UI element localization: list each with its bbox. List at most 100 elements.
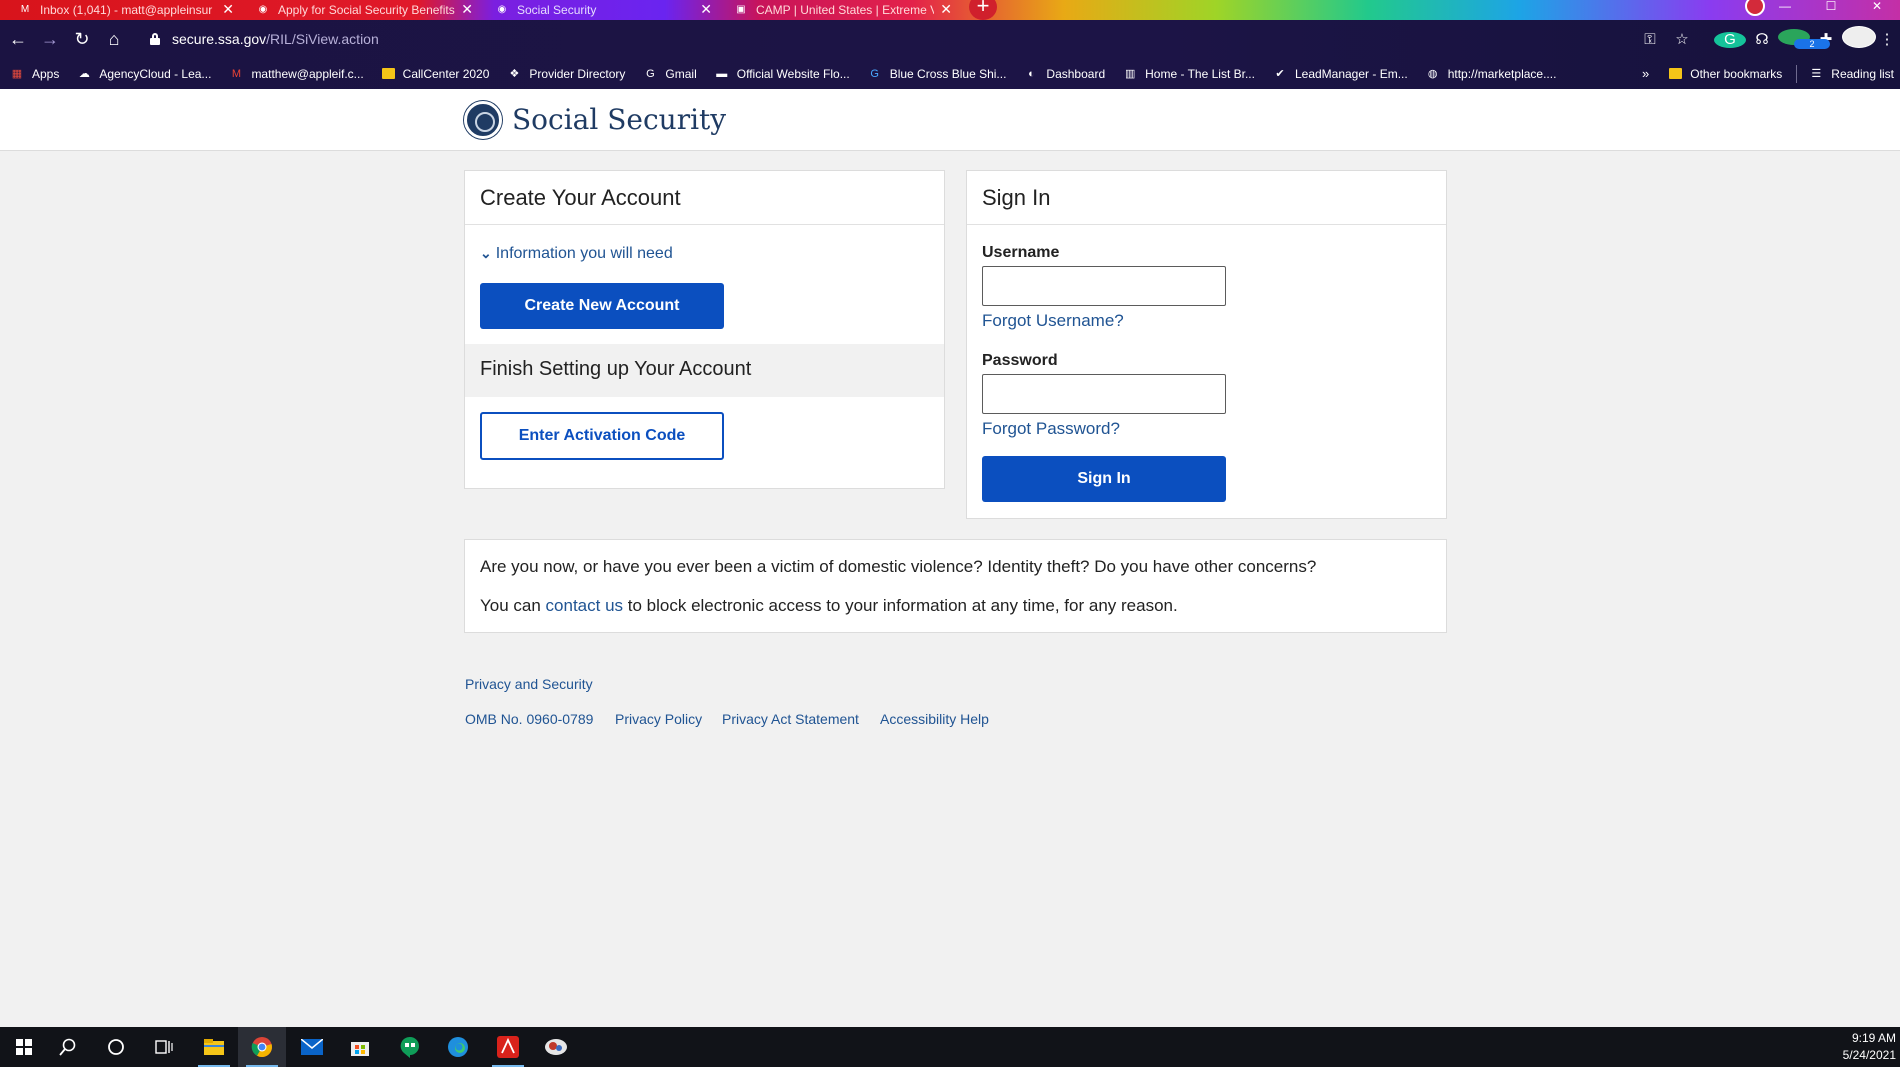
finish-setup-section: Finish Setting up Your Account bbox=[465, 344, 944, 397]
privacy-act-statement-link[interactable]: Privacy Act Statement bbox=[722, 711, 859, 727]
ssa-seal-icon[interactable] bbox=[464, 101, 502, 139]
omb-number-link[interactable]: OMB No. 0960-0789 bbox=[465, 711, 593, 727]
bookmark-gmail[interactable]: G Gmail bbox=[643, 67, 697, 81]
accessibility-help-link[interactable]: Accessibility Help bbox=[880, 711, 989, 727]
privacy-and-security-link[interactable]: Privacy and Security bbox=[465, 676, 593, 692]
reading-list[interactable]: ☰ Reading list bbox=[1809, 67, 1894, 81]
acrobat-icon[interactable] bbox=[484, 1027, 532, 1067]
bcbs-icon: G bbox=[870, 67, 879, 80]
sign-in-button[interactable]: Sign In bbox=[982, 456, 1226, 502]
forgot-password-link[interactable]: Forgot Password? bbox=[982, 419, 1120, 439]
ssa-header: Social Security bbox=[0, 89, 1900, 151]
menu-icon[interactable]: ⋮ bbox=[1874, 30, 1900, 48]
ssa-icon: ◉ bbox=[497, 4, 507, 15]
new-tab-button[interactable]: + bbox=[969, 0, 997, 20]
folder-icon bbox=[381, 68, 395, 79]
close-window-icon[interactable]: ✕ bbox=[1854, 0, 1900, 20]
username-label: Username bbox=[982, 244, 1060, 261]
forward-icon[interactable]: → bbox=[34, 23, 66, 55]
bookmarks-bar: ▦ Apps ☁ AgencyCloud - Lea... Mmatthew@app… bbox=[0, 58, 1900, 89]
tab-close-icon[interactable]: ✕ bbox=[700, 0, 712, 18]
tab-gmail-inbox[interactable]: M Inbox (1,041) - matt@appleinsur ✕ bbox=[0, 0, 240, 20]
bookmark-the-list[interactable]: ▥ Home - The List Br... bbox=[1123, 67, 1255, 81]
bookmark-leadmanager[interactable]: ✔ LeadManager - Em... bbox=[1273, 67, 1407, 81]
list-icon: ▥ bbox=[1124, 67, 1136, 80]
directory-icon: ❖ bbox=[509, 67, 520, 80]
extension-badge-icon[interactable]: 2 bbox=[1778, 29, 1830, 49]
bookmark-callcenter[interactable]: CallCenter 2020 bbox=[381, 67, 489, 81]
contact-us-link[interactable]: contact us bbox=[546, 596, 624, 615]
brand-title[interactable]: Social Security bbox=[512, 103, 726, 136]
sign-in-title: Sign In bbox=[982, 185, 1051, 210]
bookmark-provider-directory[interactable]: ❖ Provider Directory bbox=[507, 67, 625, 81]
url-text: secure.ssa.gov/RIL/SiView.action bbox=[172, 31, 379, 47]
tab-title: CAMP | United States | Extreme V bbox=[756, 3, 934, 17]
leadmanager-icon: ✔ bbox=[1275, 67, 1285, 80]
tab-camp[interactable]: ▣ CAMP | United States | Extreme V ✕ bbox=[718, 0, 958, 20]
password-label: Password bbox=[982, 352, 1058, 369]
tab-apply-benefits[interactable]: ◉ Apply for Social Security Benefits ✕ bbox=[240, 0, 479, 20]
information-toggle-link[interactable]: ⌄ Information you will need bbox=[480, 245, 673, 263]
key-icon[interactable]: ⚿ bbox=[1634, 31, 1666, 48]
password-input[interactable] bbox=[982, 374, 1226, 414]
grammarly-icon[interactable]: G bbox=[1714, 31, 1746, 48]
other-bookmarks[interactable]: Other bookmarks bbox=[1669, 67, 1782, 81]
privacy-policy-link[interactable]: Privacy Policy bbox=[615, 711, 702, 727]
forgot-username-link[interactable]: Forgot Username? bbox=[982, 311, 1124, 331]
tab-close-icon[interactable]: ✕ bbox=[222, 0, 234, 18]
bookmark-bcbs[interactable]: G Blue Cross Blue Shi... bbox=[868, 67, 1006, 81]
dashboard-icon: ◐ bbox=[1028, 67, 1035, 80]
reload-icon[interactable]: ↻ bbox=[66, 23, 98, 55]
profile-avatar-icon[interactable] bbox=[1842, 26, 1876, 52]
bookmarks-overflow-icon[interactable]: » bbox=[1642, 66, 1649, 81]
home-icon[interactable]: ⌂ bbox=[98, 23, 130, 55]
windows-taskbar: 9:19 AM 5/24/2021 bbox=[0, 1027, 1900, 1067]
file-explorer-icon[interactable] bbox=[190, 1027, 238, 1067]
tab-close-icon[interactable]: ✕ bbox=[461, 0, 473, 18]
create-account-title: Create Your Account bbox=[480, 185, 681, 210]
address-bar[interactable]: secure.ssa.gov/RIL/SiView.action bbox=[134, 24, 1682, 54]
windows-start-icon[interactable] bbox=[0, 1027, 48, 1067]
apps-grid-icon: ▦ bbox=[11, 67, 23, 80]
edge-icon[interactable] bbox=[434, 1027, 482, 1067]
bookmark-star-icon[interactable]: ☆ bbox=[1666, 30, 1698, 48]
create-new-account-button[interactable]: Create New Account bbox=[480, 283, 724, 329]
browser-tab-strip: M Inbox (1,041) - matt@appleinsur ✕ ◉ Ap… bbox=[0, 0, 1900, 20]
hangouts-icon[interactable] bbox=[386, 1027, 434, 1067]
tab-close-icon[interactable]: ✕ bbox=[940, 0, 952, 18]
browser-toolbar: ← → ↻ ⌂ secure.ssa.gov/RIL/SiView.action… bbox=[0, 20, 1900, 58]
minimize-icon[interactable]: — bbox=[1762, 0, 1808, 20]
cortana-icon[interactable] bbox=[92, 1027, 140, 1067]
bookmark-agencycloud[interactable]: ☁ AgencyCloud - Lea... bbox=[77, 67, 212, 81]
tab-title: Social Security bbox=[517, 3, 597, 17]
bookmark-matthew[interactable]: Mmatthew@appleif.c... bbox=[229, 67, 364, 81]
username-input[interactable] bbox=[982, 266, 1226, 306]
website-icon: ▬ bbox=[716, 67, 728, 80]
enter-activation-code-button[interactable]: Enter Activation Code bbox=[480, 412, 724, 460]
finish-setup-title: Finish Setting up Your Account bbox=[480, 358, 752, 380]
extension-icon[interactable]: ☊ bbox=[1746, 30, 1778, 48]
store-icon[interactable] bbox=[336, 1027, 384, 1067]
app-icon[interactable] bbox=[532, 1027, 580, 1067]
google-icon: G bbox=[646, 67, 655, 80]
reading-list-icon: ☰ bbox=[1811, 67, 1822, 80]
back-icon[interactable]: ← bbox=[2, 23, 34, 55]
folder-icon bbox=[1669, 68, 1683, 79]
globe-icon: ◍ bbox=[1427, 67, 1438, 80]
maximize-icon[interactable]: ☐ bbox=[1808, 0, 1854, 20]
notice-text-line2: You can contact us to block electronic a… bbox=[480, 596, 1178, 615]
search-icon[interactable] bbox=[44, 1027, 92, 1067]
chrome-icon[interactable] bbox=[238, 1027, 286, 1067]
bookmark-dashboard[interactable]: ◐ Dashboard bbox=[1024, 67, 1105, 81]
chevron-down-icon: ⌄ bbox=[480, 245, 492, 261]
domestic-violence-notice: Are you now, or have you ever been a vic… bbox=[464, 539, 1447, 633]
gmail-icon: M bbox=[231, 67, 242, 80]
mail-icon[interactable] bbox=[288, 1027, 336, 1067]
bookmark-official-website[interactable]: ▬ Official Website Flo... bbox=[715, 67, 849, 81]
bookmark-apps[interactable]: ▦ Apps bbox=[10, 67, 60, 81]
tab-social-security[interactable]: ◉ Social Security ✕ bbox=[479, 0, 718, 20]
gmail-icon: M bbox=[20, 4, 30, 15]
bookmark-marketplace[interactable]: ◍ http://marketplace.... bbox=[1426, 67, 1557, 81]
task-view-icon[interactable] bbox=[140, 1027, 188, 1067]
system-clock[interactable]: 9:19 AM 5/24/2021 bbox=[1843, 1030, 1896, 1064]
